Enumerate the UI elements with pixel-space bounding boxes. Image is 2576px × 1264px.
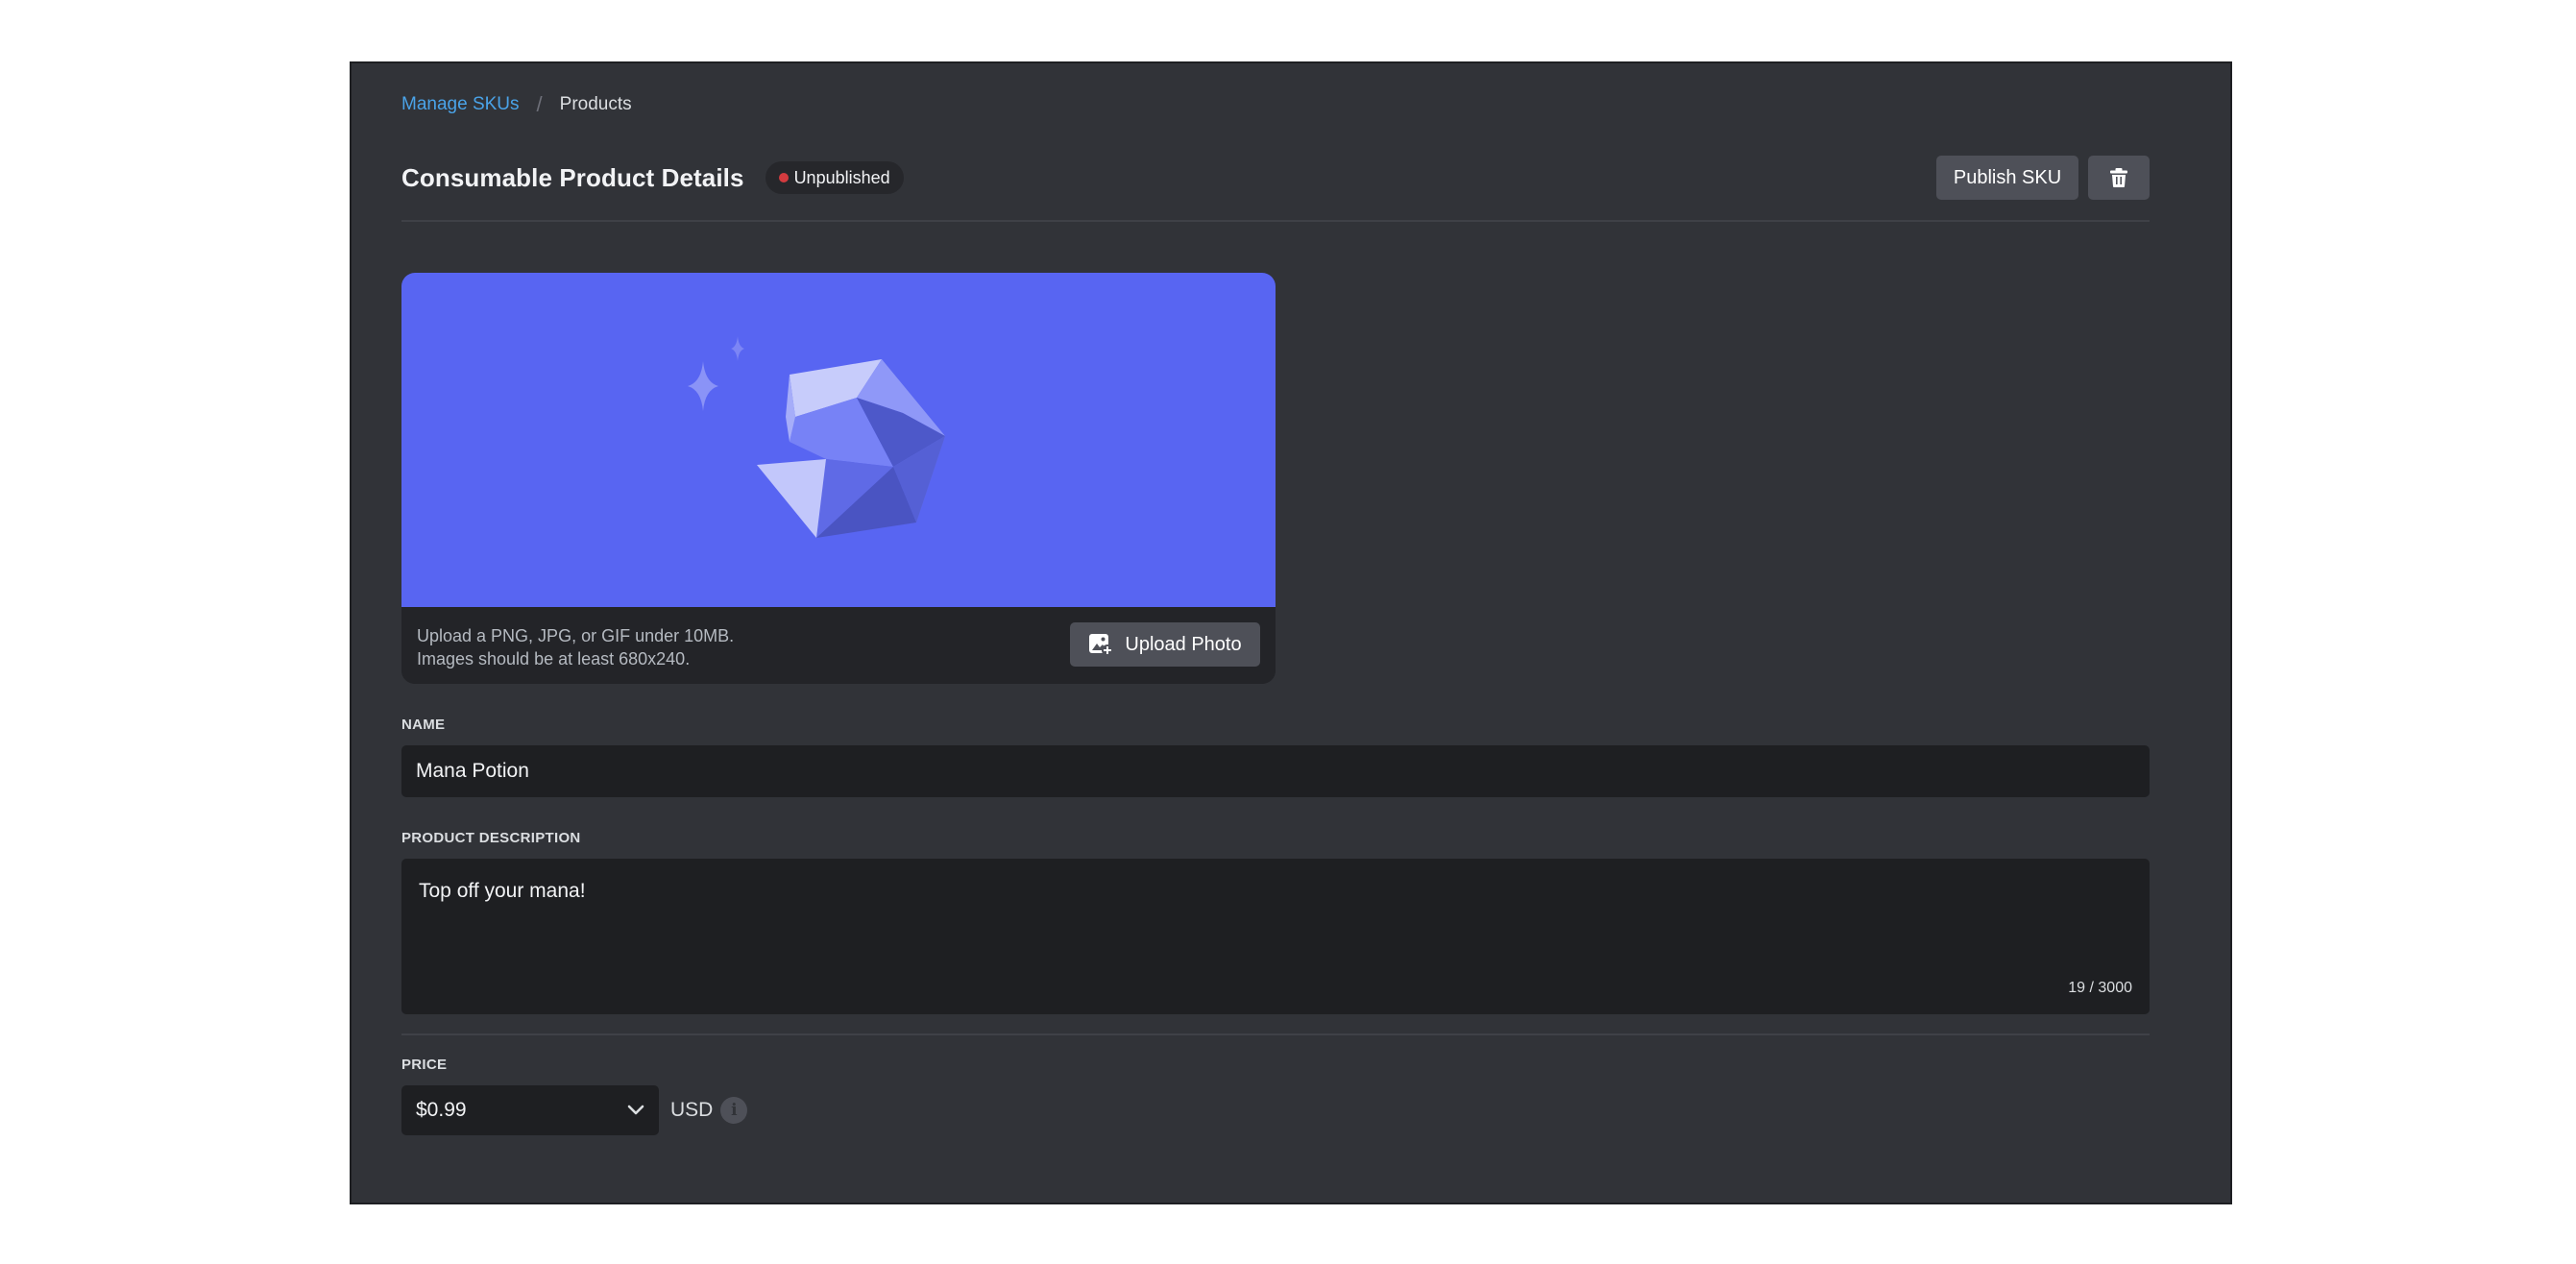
description-textarea[interactable]: Top off your mana! 19 / 3000 [401,859,2150,1014]
image-preview [401,273,1276,607]
price-select[interactable]: $0.99 [401,1085,659,1135]
header-divider [401,220,2150,222]
upload-photo-button[interactable]: Upload Photo [1070,622,1260,667]
breadcrumb-separator: / [536,92,543,116]
info-icon[interactable]: i [720,1097,748,1124]
upload-hint-line-1: Upload a PNG, JPG, or GIF under 10MB. [417,626,735,645]
description-value: Top off your mana! [419,880,586,902]
price-selected-value: $0.99 [416,1099,467,1121]
gem-icon [688,336,945,538]
delete-sku-button[interactable] [2088,156,2150,200]
upload-bar: Upload a PNG, JPG, or GIF under 10MB. Im… [401,607,1276,684]
status-badge: Unpublished [765,161,904,194]
trash-icon [2110,168,2127,187]
page-header: Consumable Product Details Unpublished P… [401,156,2150,200]
chevron-down-icon [627,1105,644,1116]
price-row: $0.99 USD i [401,1085,748,1135]
name-input[interactable]: Mana Potion [401,745,2150,797]
sku-details-panel: Manage SKUs / Products Consumable Produc… [350,61,2232,1204]
section-divider [401,1033,2150,1035]
image-upload-card: Upload a PNG, JPG, or GIF under 10MB. Im… [401,273,1276,684]
breadcrumb-manage-skus-link[interactable]: Manage SKUs [401,94,520,115]
upload-hint-line-2: Images should be at least 680x240. [417,649,691,668]
name-field-label: NAME [401,717,446,733]
character-counter: 19 / 3000 [2068,980,2132,996]
status-text: Unpublished [793,167,890,187]
status-dot [778,173,789,182]
add-image-icon [1088,633,1114,656]
currency-label: USD [670,1099,714,1121]
breadcrumb: Manage SKUs / Products [401,92,632,117]
header-actions: Publish SKU [1936,156,2150,200]
upload-photo-label: Upload Photo [1125,633,1242,655]
description-field-label: PRODUCT DESCRIPTION [401,830,581,846]
page-title: Consumable Product Details [401,162,744,192]
price-field-label: PRICE [401,1057,448,1073]
upload-hint: Upload a PNG, JPG, or GIF under 10MB. Im… [417,624,734,670]
breadcrumb-current: Products [559,94,632,114]
publish-sku-button[interactable]: Publish SKU [1936,156,2078,200]
